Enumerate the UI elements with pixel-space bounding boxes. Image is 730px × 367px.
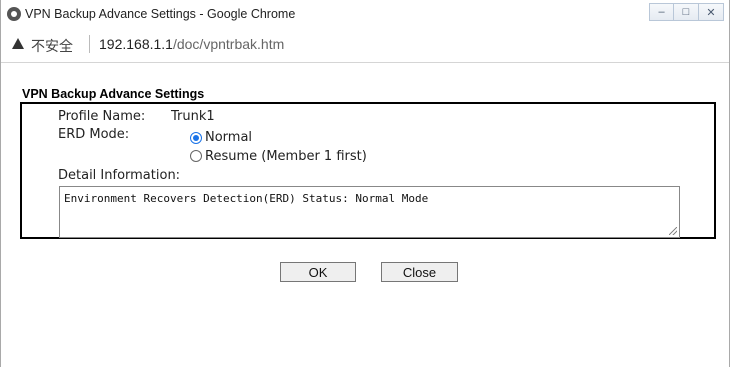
detail-info-text: Environment Recovers Detection(ERD) Stat…	[64, 192, 429, 205]
close-icon: ✕	[706, 6, 716, 19]
settings-panel: Profile Name: Trunk1 ERD Mode: Normal Re…	[20, 102, 716, 239]
close-button[interactable]: Close	[381, 262, 458, 282]
erd-mode-normal-radio[interactable]	[190, 132, 202, 144]
maximize-icon: □	[682, 6, 690, 18]
minimize-icon: –	[658, 6, 665, 18]
page-content: VPN Backup Advance Settings Profile Name…	[1, 62, 729, 367]
browser-popup-window: VPN Backup Advance Settings - Google Chr…	[0, 0, 730, 367]
resize-grip-icon[interactable]	[669, 227, 677, 235]
chrome-icon	[7, 7, 21, 21]
maximize-button[interactable]: □	[674, 3, 699, 21]
erd-mode-resume-radio[interactable]	[190, 150, 202, 162]
address-bar[interactable]: 不安全 192.168.1.1/doc/vpntrbak.htm	[1, 28, 729, 63]
profile-name-value: Trunk1	[171, 109, 215, 124]
security-label[interactable]: 不安全	[31, 36, 73, 56]
warning-icon[interactable]	[12, 38, 24, 49]
detail-info-textarea[interactable]: Environment Recovers Detection(ERD) Stat…	[59, 186, 680, 238]
erd-mode-normal-label[interactable]: Normal	[205, 130, 252, 145]
detail-info-label: Detail Information:	[58, 168, 181, 183]
erd-mode-label: ERD Mode:	[58, 127, 130, 142]
window-title: VPN Backup Advance Settings - Google Chr…	[25, 7, 296, 21]
ok-button[interactable]: OK	[280, 262, 356, 282]
url-host: 192.168.1.1	[99, 36, 173, 52]
erd-mode-resume-label[interactable]: Resume (Member 1 first)	[205, 149, 367, 164]
close-window-button[interactable]: ✕	[699, 3, 724, 21]
page-title: VPN Backup Advance Settings	[22, 87, 205, 101]
profile-name-label: Profile Name:	[58, 109, 146, 124]
address-separator	[89, 35, 90, 53]
url-text[interactable]: 192.168.1.1/doc/vpntrbak.htm	[99, 36, 284, 52]
minimize-button[interactable]: –	[649, 3, 674, 21]
window-controls: – □ ✕	[649, 3, 724, 21]
title-bar: VPN Backup Advance Settings - Google Chr…	[1, 0, 729, 28]
url-path: /doc/vpntrbak.htm	[172, 36, 285, 52]
